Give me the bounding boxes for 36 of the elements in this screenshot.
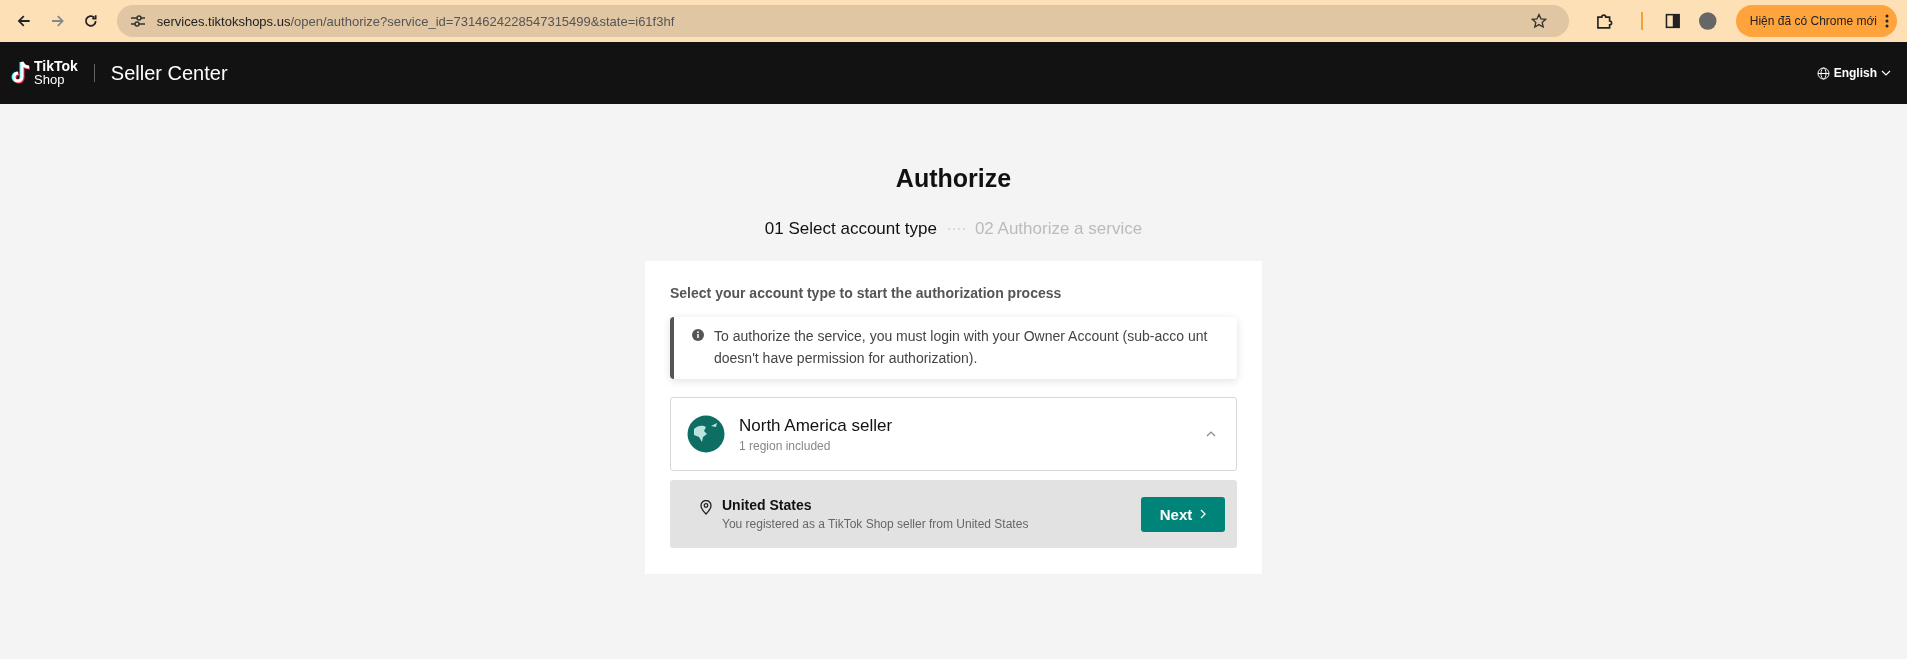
account-type-subtitle: 1 region included <box>739 438 832 453</box>
region-description: You registered as a TikTok Shop seller from United States <box>722 517 1029 531</box>
logo-text: TikTok <box>34 59 78 73</box>
region-name: United States <box>722 497 813 513</box>
update-chrome-button[interactable]: Hiện đã có Chrome mới <box>1735 5 1897 37</box>
globe-map-icon <box>687 415 725 453</box>
chevron-right-icon <box>1200 509 1207 519</box>
puzzle-icon[interactable] <box>1595 12 1613 30</box>
site-settings-icon[interactable] <box>128 14 147 28</box>
avatar-icon[interactable] <box>1698 11 1718 31</box>
chevron-down-icon <box>1881 70 1891 76</box>
forward-icon[interactable] <box>49 13 66 29</box>
notice-text: To authorize the service, you must login with your Owner Account (sub-acco unt doesn't have permission for authorization). <box>714 327 1209 368</box>
next-button[interactable]: Next <box>1141 496 1225 532</box>
url-text: services.tiktokshops.us/open/authorize?service_id=7314624228547315499&state=i61f3hf <box>156 13 675 29</box>
page-title: Authorize <box>895 164 1012 193</box>
reload-icon[interactable] <box>83 13 99 29</box>
step-label: 01 Select account type <box>764 219 937 239</box>
instruction-text: Select your account type to start the authorization process <box>670 285 1063 301</box>
tiktok-note-icon[interactable] <box>10 60 32 86</box>
product-name: Seller Center <box>110 61 228 85</box>
info-icon <box>692 329 704 341</box>
chevron-up-icon[interactable] <box>1206 431 1216 437</box>
back-icon[interactable] <box>16 13 32 29</box>
language-selector[interactable]: English <box>1810 66 1897 80</box>
star-icon[interactable] <box>1531 13 1548 29</box>
account-type-option[interactable]: North America seller 1 region included <box>670 397 1237 471</box>
more-icon[interactable] <box>1885 14 1889 28</box>
location-pin-icon <box>700 500 712 515</box>
globe-icon <box>1816 66 1830 80</box>
address-bar[interactable]: services.tiktokshops.us/open/authorize?service_id=7314624228547315499&state=i61f3hf <box>116 5 1570 37</box>
step-label: 02 Authorize a service <box>974 219 1143 239</box>
account-type-name: North America seller <box>739 415 893 436</box>
side-panel-icon[interactable] <box>1664 13 1681 29</box>
logo-text: Shop <box>34 73 66 87</box>
step-dots-icon <box>946 227 965 231</box>
